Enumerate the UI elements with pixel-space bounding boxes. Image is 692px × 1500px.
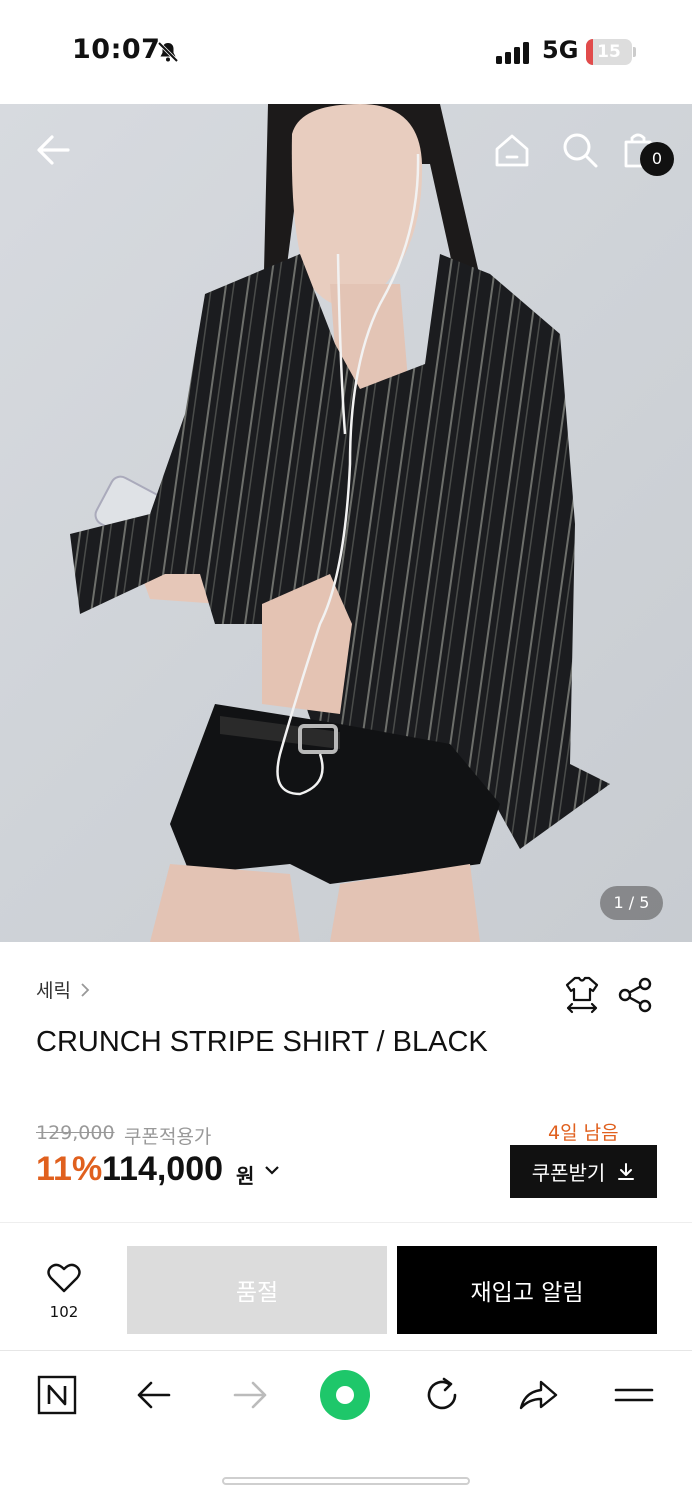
cart-count-badge: 0 bbox=[640, 142, 674, 176]
coupon-price-note: 쿠폰적용가 bbox=[124, 1126, 212, 1148]
restock-alert-button[interactable]: 재입고 알림 bbox=[397, 1246, 657, 1334]
section-divider bbox=[0, 1222, 692, 1223]
green-dot-icon[interactable] bbox=[318, 1368, 372, 1422]
status-time: 10:07 bbox=[72, 34, 161, 65]
download-icon bbox=[618, 1162, 635, 1180]
browser-back-icon[interactable] bbox=[131, 1372, 177, 1418]
search-icon[interactable] bbox=[560, 130, 600, 170]
refresh-icon[interactable] bbox=[419, 1372, 465, 1418]
image-page-indicator: 1 / 5 bbox=[600, 886, 663, 920]
sale-price: 114,000 bbox=[102, 1150, 224, 1188]
original-price: 129,000 bbox=[36, 1122, 115, 1144]
soldout-button[interactable]: 품절 bbox=[127, 1246, 387, 1334]
product-photo bbox=[70, 104, 610, 942]
heart-icon bbox=[47, 1263, 81, 1293]
back-arrow-icon[interactable] bbox=[34, 130, 74, 170]
battery-cap bbox=[633, 47, 636, 57]
share-arrow-icon[interactable] bbox=[515, 1372, 561, 1418]
bell-muted-icon bbox=[157, 41, 179, 63]
chevron-down-icon[interactable] bbox=[264, 1164, 280, 1176]
naver-home-icon[interactable] bbox=[34, 1372, 80, 1418]
coupon-button-label: 쿠폰받기 bbox=[531, 1161, 606, 1185]
brand-name: 세릭 bbox=[36, 980, 71, 1002]
battery-icon: 15 bbox=[586, 39, 632, 65]
home-icon[interactable] bbox=[492, 130, 532, 170]
status-bar: 10:07 5G 15 bbox=[0, 0, 692, 104]
product-title: CRUNCH STRIPE SHIRT / BLACK bbox=[36, 1026, 488, 1058]
home-indicator bbox=[222, 1477, 470, 1485]
browser-forward-icon[interactable] bbox=[227, 1372, 273, 1418]
brand-link[interactable]: 세릭 bbox=[36, 976, 91, 1003]
like-count: 102 bbox=[49, 1303, 79, 1321]
network-type: 5G bbox=[542, 36, 579, 64]
menu-icon[interactable] bbox=[611, 1372, 657, 1418]
share-icon[interactable] bbox=[616, 976, 654, 1014]
chevron-right-icon bbox=[81, 982, 90, 997]
size-fit-icon[interactable] bbox=[564, 974, 600, 1014]
coupon-download-button[interactable]: 쿠폰받기 bbox=[510, 1145, 657, 1198]
product-image-carousel[interactable]: 0 1 / 5 bbox=[0, 104, 692, 942]
currency-label: 원 bbox=[236, 1164, 255, 1188]
discount-rate: 11% bbox=[36, 1150, 103, 1188]
coupon-days-left: 4일 남음 bbox=[548, 1122, 619, 1144]
battery-level: 15 bbox=[597, 42, 621, 62]
like-button[interactable] bbox=[40, 1262, 88, 1298]
cellular-signal-icon bbox=[496, 42, 529, 64]
